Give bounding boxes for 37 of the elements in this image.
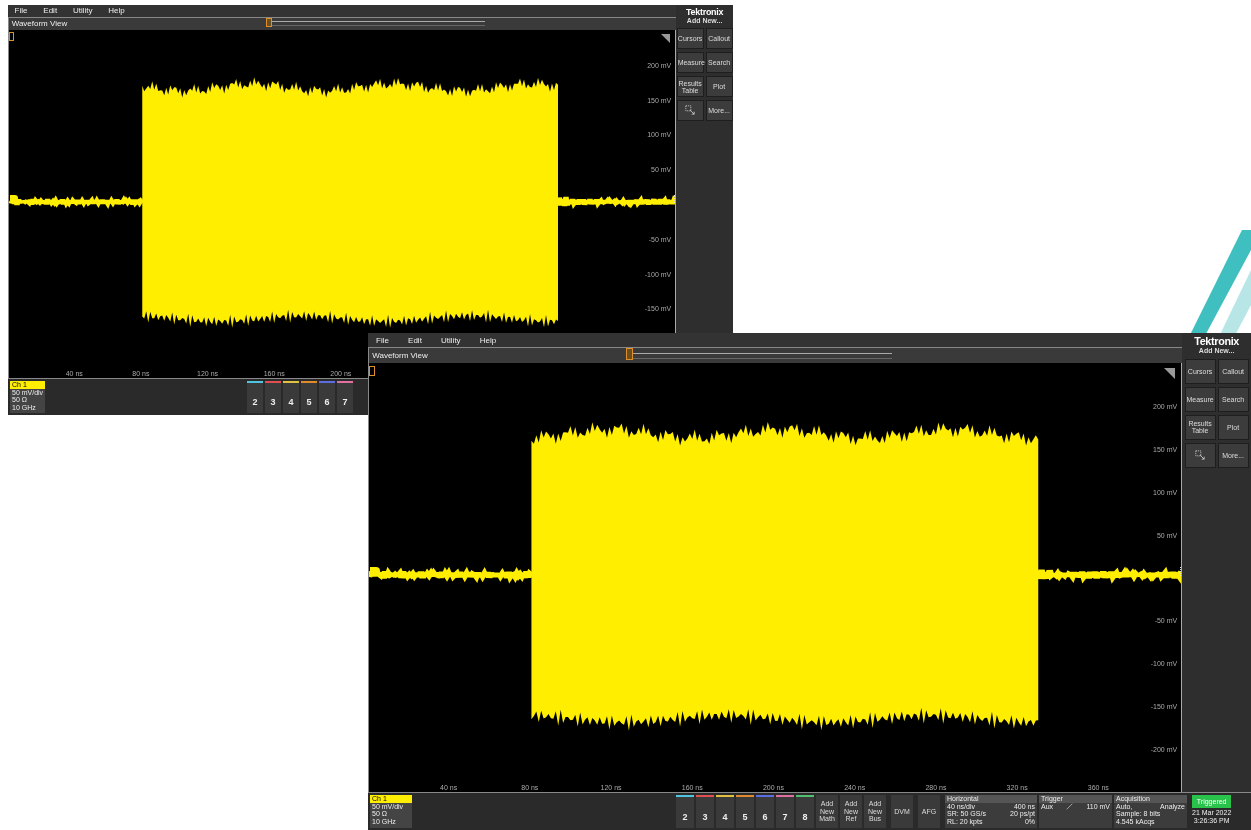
trigger-position-marker[interactable] [265, 17, 272, 28]
view-title: Waveform View [372, 351, 429, 361]
channel-marker-icon[interactable] [9, 195, 19, 202]
channel-button[interactable]: 5 [301, 381, 317, 413]
channel-button[interactable]: 8 [796, 795, 814, 828]
channel-button[interactable]: 3 [265, 381, 281, 413]
overview-track[interactable] [267, 21, 486, 27]
trigger-position-marker[interactable] [625, 348, 633, 360]
zoom-icon [685, 105, 696, 116]
menu-item[interactable]: Help [108, 6, 125, 16]
brand-logo: Tektronix [1194, 335, 1240, 348]
zoom-icon [1195, 449, 1206, 460]
channel-button[interactable]: 3 [696, 795, 714, 828]
channel-button[interactable]: 4 [716, 795, 734, 828]
zoom-tool-button[interactable] [676, 100, 704, 122]
menu-item[interactable]: File [14, 6, 28, 16]
menu-item[interactable]: Utility [441, 335, 461, 345]
channel-button[interactable]: 2 [676, 795, 694, 828]
channel-button[interactable]: 6 [319, 381, 335, 413]
channel-marker-icon[interactable] [369, 566, 381, 575]
menu-item[interactable]: Edit [408, 335, 422, 345]
channel-button[interactable]: 7 [776, 795, 794, 828]
trigger-marker-icon[interactable] [9, 32, 15, 41]
channel-button[interactable]: 6 [756, 795, 774, 828]
channel-button[interactable]: 7 [337, 381, 353, 413]
menu-item[interactable]: Help [479, 335, 497, 345]
brand-logo: Tektronix [686, 6, 724, 17]
view-title: Waveform View [11, 19, 69, 29]
menu-item[interactable]: Edit [43, 6, 58, 16]
menu-item[interactable]: File [376, 335, 389, 345]
trigger-marker-icon[interactable] [369, 365, 375, 376]
channel-button[interactable]: 2 [247, 381, 263, 413]
channel-button[interactable]: 5 [736, 795, 754, 828]
menu-item[interactable]: Utility [72, 6, 93, 16]
rising-edge-icon [1066, 803, 1074, 811]
zoom-tool-button[interactable] [1184, 442, 1216, 468]
channel-button[interactable]: 4 [283, 381, 299, 413]
